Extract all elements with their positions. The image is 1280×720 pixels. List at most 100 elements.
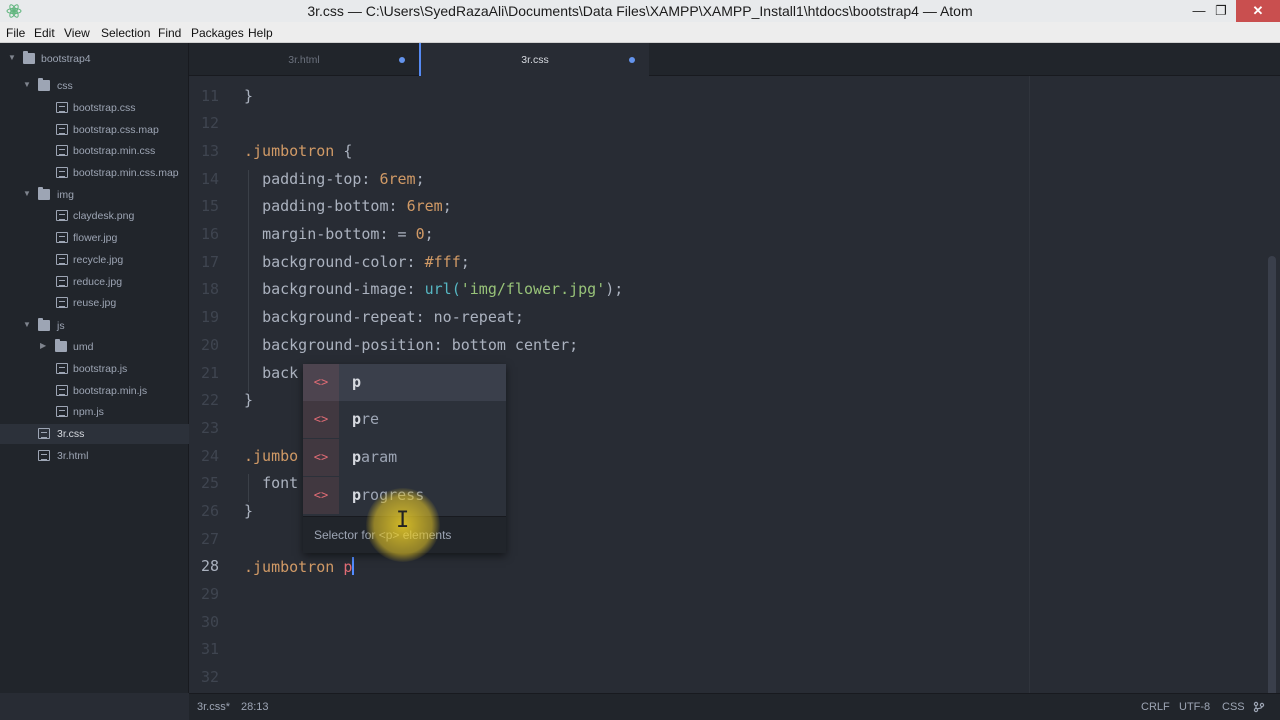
code-token: .jumbotron: [244, 142, 335, 160]
code-token: padding-top:: [262, 170, 380, 188]
autocomplete-rest: aram: [361, 448, 398, 466]
file-icon: [56, 363, 68, 374]
folder-icon: [38, 78, 50, 91]
line-number: 32: [200, 668, 219, 686]
tab-3r-html[interactable]: 3r.html: [189, 43, 419, 76]
tree-folder-umd[interactable]: ▶ umd: [0, 337, 189, 357]
code-token: background-repeat:: [262, 308, 434, 326]
line-number: 22: [200, 391, 219, 409]
autocomplete-item[interactable]: <> param: [303, 439, 506, 476]
menu-file[interactable]: File: [6, 26, 25, 40]
tree-file[interactable]: flower.jpg: [0, 228, 189, 248]
line-number: 30: [200, 613, 219, 631]
menu-find[interactable]: Find: [158, 26, 181, 40]
line-number: 16: [200, 225, 219, 243]
tree-file[interactable]: reuse.jpg: [0, 293, 189, 313]
modified-indicator-icon: [629, 57, 635, 63]
status-cursor-position[interactable]: 28:13: [241, 701, 269, 713]
line-number: 26: [200, 502, 219, 520]
code-line: }: [244, 87, 253, 105]
code-line: }: [244, 502, 253, 520]
status-encoding[interactable]: UTF-8: [1179, 701, 1210, 713]
code-line: }: [244, 391, 253, 409]
status-grammar[interactable]: CSS: [1222, 701, 1245, 713]
tree-label: npm.js: [73, 406, 104, 418]
menu-packages[interactable]: Packages: [191, 26, 244, 40]
tree-folder-bootstrap4[interactable]: ▼ bootstrap4: [0, 49, 189, 69]
tree-label: img: [57, 189, 74, 201]
tree-label: js: [57, 320, 65, 332]
chevron-down-icon: ▼: [23, 80, 31, 89]
tree-label: recycle.jpg: [73, 254, 124, 266]
code-token: p: [343, 558, 353, 576]
tree-folder-css[interactable]: ▼ css: [0, 76, 189, 96]
tree-file[interactable]: claydesk.png: [0, 206, 189, 226]
file-icon: [38, 450, 50, 461]
menu-edit[interactable]: Edit: [34, 26, 55, 40]
code-token: margin-bottom: =: [262, 225, 416, 243]
line-number: 15: [200, 197, 219, 215]
file-icon: [56, 276, 68, 287]
tree-label: claydesk.png: [73, 210, 135, 222]
tree-file[interactable]: bootstrap.min.css.map: [0, 163, 189, 183]
tab-3r-css[interactable]: 3r.css: [419, 43, 649, 76]
menu-help[interactable]: Help: [248, 26, 273, 40]
chevron-right-icon: ▶: [40, 341, 47, 350]
status-line-ending[interactable]: CRLF: [1141, 701, 1170, 713]
code-token: #fff: [424, 253, 461, 271]
git-icon[interactable]: [1253, 701, 1265, 713]
tree-file[interactable]: bootstrap.js: [0, 359, 189, 379]
maximize-button[interactable]: ❐: [1206, 0, 1236, 22]
vertical-scrollbar[interactable]: [1268, 256, 1276, 693]
autocomplete-item[interactable]: <> pre: [303, 401, 506, 438]
autocomplete-rest: re: [361, 410, 380, 428]
tab-label: 3r.html: [288, 54, 320, 66]
file-icon: [38, 428, 50, 439]
autocomplete-match: p: [352, 373, 362, 391]
autocomplete-match: p: [352, 448, 362, 466]
code-token: }: [244, 87, 254, 105]
code-token: );: [605, 280, 624, 298]
file-icon: [56, 232, 68, 243]
tree-file[interactable]: bootstrap.css: [0, 98, 189, 118]
autocomplete-item[interactable]: <> p: [303, 364, 506, 401]
tag-icon: <>: [303, 477, 339, 514]
tree-file[interactable]: bootstrap.min.css: [0, 141, 189, 161]
file-icon: [56, 254, 68, 265]
tree-file[interactable]: npm.js: [0, 402, 189, 422]
file-icon: [56, 102, 68, 113]
tree-label: reuse.jpg: [73, 297, 117, 309]
line-number: 25: [200, 474, 219, 492]
tag-icon: <>: [303, 364, 339, 401]
status-file-name[interactable]: 3r.css*: [197, 701, 230, 713]
tree-folder-img[interactable]: ▼ img: [0, 185, 189, 205]
tree-file[interactable]: bootstrap.css.map: [0, 120, 189, 140]
menu-view[interactable]: View: [64, 26, 90, 40]
tree-file[interactable]: bootstrap.min.js: [0, 381, 189, 401]
tree-folder-js[interactable]: ▼ js: [0, 316, 189, 336]
code-token: background-image:: [262, 280, 425, 298]
tree-file[interactable]: 3r.html: [0, 446, 189, 466]
tree-file[interactable]: recycle.jpg: [0, 250, 189, 270]
file-icon: [56, 124, 68, 135]
tree-file-selected[interactable]: 3r.css: [0, 424, 189, 444]
tab-label: 3r.css: [521, 54, 549, 66]
tree-label: bootstrap.min.css.map: [73, 167, 179, 179]
chevron-down-icon: ▼: [23, 189, 31, 198]
line-number: 17: [200, 253, 219, 271]
tree-file[interactable]: reduce.jpg: [0, 272, 189, 292]
chevron-down-icon: ▼: [23, 320, 31, 329]
tree-label: bootstrap.min.css: [73, 145, 156, 157]
tree-view: ▼ bootstrap4 ▼ css bootstrap.css bootstr…: [0, 43, 189, 693]
code-token: 6rem: [379, 170, 416, 188]
code-line: padding-bottom: 6rem;: [262, 197, 452, 215]
tree-label: 3r.html: [57, 450, 89, 462]
folder-icon: [23, 51, 35, 64]
modified-indicator-icon: [399, 57, 405, 63]
code-token: back: [262, 364, 299, 382]
folder-icon: [55, 339, 67, 352]
close-button[interactable]: ✕: [1236, 0, 1280, 22]
chevron-down-icon: ▼: [8, 53, 16, 62]
menu-selection[interactable]: Selection: [101, 26, 150, 40]
code-token: }: [244, 502, 254, 520]
